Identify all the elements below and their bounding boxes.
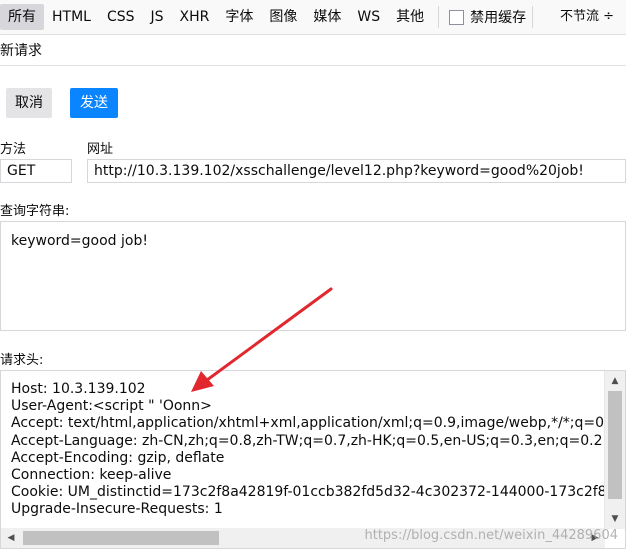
horizontal-scroll-thumb[interactable] <box>23 531 219 545</box>
method-label: 方法 <box>0 142 27 157</box>
throttle-select[interactable]: 不节流 ÷ <box>560 0 614 34</box>
tab-other[interactable]: 其他 <box>388 4 432 30</box>
title-divider <box>0 65 626 66</box>
tab-ws[interactable]: WS <box>349 4 388 30</box>
disable-cache-checkbox[interactable] <box>449 9 465 25</box>
vertical-scroll-thumb[interactable] <box>608 391 622 499</box>
method-input[interactable]: GET <box>0 159 72 183</box>
cancel-button[interactable]: 取消 <box>6 88 52 118</box>
headers-textarea[interactable]: Host: 10.3.139.102 User-Agent:<script " … <box>0 370 626 549</box>
tab-xhr[interactable]: XHR <box>172 4 218 30</box>
send-button[interactable]: 发送 <box>70 88 118 118</box>
scroll-left-icon[interactable]: ◀ <box>4 531 18 545</box>
query-string-label: 查询字符串: <box>0 204 70 219</box>
watermark: https://blog.csdn.net/weixin_44289604 <box>364 528 618 543</box>
scroll-down-icon[interactable]: ▼ <box>608 512 622 526</box>
header-line: Accept: text/html,application/xhtml+xml,… <box>11 415 618 432</box>
header-line: Connection: keep-alive <box>11 467 172 484</box>
tab-fonts[interactable]: 字体 <box>217 4 261 30</box>
headers-lines: Host: 10.3.139.102 User-Agent:<script " … <box>11 381 626 519</box>
tab-media[interactable]: 媒体 <box>305 4 349 30</box>
query-string-value: keyword=good job! <box>11 233 148 249</box>
header-line: Host: 10.3.139.102 <box>11 381 146 397</box>
header-line: Cookie: UM_distinctid=173c2f8a42819f-01c… <box>11 484 626 501</box>
tab-all[interactable]: 所有 <box>0 4 44 30</box>
header-line: Accept-Language: zh-CN,zh;q=0.8,zh-TW;q=… <box>11 432 603 449</box>
query-string-textarea[interactable]: keyword=good job! <box>0 221 626 331</box>
scroll-up-icon[interactable]: ▲ <box>608 374 622 388</box>
toolbar-divider <box>438 6 440 28</box>
toolbar-divider <box>532 6 534 28</box>
new-request-title: 新请求 <box>0 43 42 59</box>
header-line: Upgrade-Insecure-Requests: 1 <box>11 501 223 518</box>
url-input[interactable]: http://10.3.139.102/xsschallenge/level12… <box>87 159 626 183</box>
header-line: Accept-Encoding: gzip, deflate <box>11 449 225 466</box>
tab-css[interactable]: CSS <box>99 4 143 30</box>
disable-cache-label: 禁用缓存 <box>470 10 527 26</box>
tab-images[interactable]: 图像 <box>261 4 305 30</box>
filter-toolbar: 所有 HTML CSS JS XHR 字体 图像 媒体 WS 其他 禁用缓存 不… <box>0 0 626 35</box>
tab-html[interactable]: HTML <box>44 4 99 30</box>
headers-label: 请求头: <box>0 353 44 368</box>
vertical-scrollbar[interactable]: ▲ ▼ <box>604 371 625 529</box>
header-line: User-Agent:<script " 'Oonn> <box>11 398 212 415</box>
url-label: 网址 <box>87 142 114 157</box>
tab-js[interactable]: JS <box>143 4 172 30</box>
